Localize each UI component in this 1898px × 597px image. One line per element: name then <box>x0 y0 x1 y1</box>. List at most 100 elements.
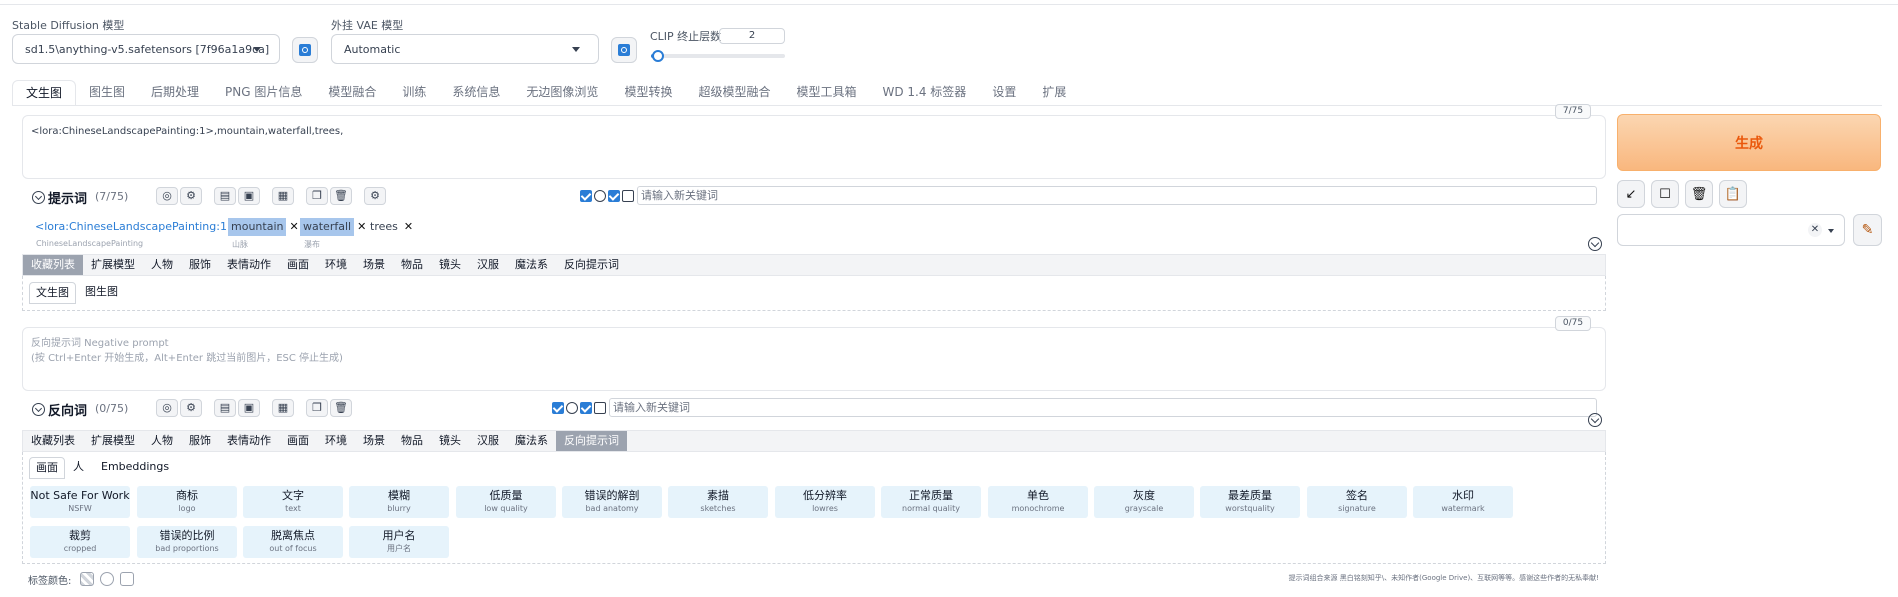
history-button[interactable]: ▤ <box>214 399 236 417</box>
neg-card[interactable]: 错误的解剖 bad anatomy <box>562 486 662 518</box>
clipboard-button[interactable]: 📋 <box>1719 180 1747 208</box>
tab-png-info[interactable]: PNG 图片信息 <box>212 80 315 106</box>
neg-card[interactable]: 错误的比例 bad proportions <box>137 526 237 558</box>
tab-super-merge[interactable]: 超级模型融合 <box>685 80 783 106</box>
settings-button[interactable]: ⚙ <box>180 399 202 417</box>
category-tab[interactable]: 服饰 <box>181 431 219 451</box>
extra-checkbox[interactable] <box>622 190 634 202</box>
neg-card[interactable]: 正常质量 normal quality <box>881 486 981 518</box>
remove-tag-icon[interactable]: ✕ <box>404 220 413 233</box>
auto-translate-checkbox[interactable] <box>552 402 564 414</box>
category-tab[interactable]: 收藏列表 <box>23 431 83 451</box>
append-checkbox[interactable] <box>608 190 620 202</box>
read-params-button[interactable]: ↙ <box>1617 180 1645 208</box>
neg-card[interactable]: 最差质量 worstquality <box>1200 486 1300 518</box>
category-tab[interactable]: 反向提示词 <box>556 431 627 451</box>
neg-card[interactable]: 素描 sketches <box>668 486 768 518</box>
neg-card[interactable]: 文字 text <box>243 486 343 518</box>
color-picker-icon[interactable] <box>80 572 94 586</box>
generate-button[interactable]: 生成 <box>1617 114 1881 171</box>
neg-card[interactable]: 单色 monochrome <box>988 486 1088 518</box>
category-tab[interactable]: 画面 <box>279 255 317 275</box>
negative-keyword-input[interactable]: 请输入新关键词 <box>609 398 1597 417</box>
category-tab[interactable]: 表情动作 <box>219 431 279 451</box>
category-tab[interactable]: 汉服 <box>469 255 507 275</box>
tab-extensions[interactable]: 扩展 <box>1029 80 1079 106</box>
extra-checkbox[interactable] <box>594 402 606 414</box>
category-tab[interactable]: 人物 <box>143 431 181 451</box>
neg-card[interactable]: 脱离焦点 out of focus <box>243 526 343 558</box>
remove-tag-icon[interactable]: ✕ <box>357 220 366 233</box>
clip-slider-thumb[interactable] <box>652 50 664 62</box>
format-button[interactable]: ▦ <box>272 399 294 417</box>
tab-model-toolkit[interactable]: 模型工具箱 <box>783 80 869 106</box>
favorite-button[interactable]: ▣ <box>238 399 260 417</box>
tab-image-browser[interactable]: 无边图像浏览 <box>513 80 611 106</box>
category-tab[interactable]: 扩展模型 <box>83 255 143 275</box>
category-tab[interactable]: 画面 <box>279 431 317 451</box>
category-tab[interactable]: 魔法系 <box>507 255 556 275</box>
category-tab[interactable]: 服饰 <box>181 255 219 275</box>
prompt-toolbar-title[interactable]: 提示词 <box>32 188 87 207</box>
format-button[interactable]: ▦ <box>272 187 294 205</box>
category-tab[interactable]: 物品 <box>393 431 431 451</box>
neg-card[interactable]: 用户名 用户名 <box>349 526 449 558</box>
collapse-icon[interactable] <box>1588 237 1602 251</box>
category-tab[interactable]: 表情动作 <box>219 255 279 275</box>
remove-tag-icon[interactable]: ✕ <box>289 220 298 233</box>
edit-style-button[interactable]: ✎ <box>1853 214 1882 246</box>
neg-card[interactable]: 签名 signature <box>1307 486 1407 518</box>
prompt-keyword-input[interactable]: 请输入新关键词 <box>637 186 1597 205</box>
tab-wd-tagger[interactable]: WD 1.4 标签器 <box>869 80 979 106</box>
tag-mountain[interactable]: mountain ✕ 山脉 <box>228 218 299 249</box>
clip-slider-track[interactable] <box>651 54 785 58</box>
style-select[interactable]: ✕ <box>1617 214 1845 246</box>
append-checkbox[interactable] <box>580 402 592 414</box>
subtab-txt2img[interactable]: 文生图 <box>29 282 76 304</box>
trash-button[interactable]: 🗑 <box>1685 180 1713 208</box>
neg-card[interactable]: 低分辨率 lowres <box>775 486 875 518</box>
neg-card[interactable]: Not Safe For Work NSFW <box>30 486 130 518</box>
category-tab[interactable]: 镜头 <box>431 255 469 275</box>
category-tab[interactable]: 汉服 <box>469 431 507 451</box>
subtab-embeddings[interactable]: Embeddings <box>95 457 175 477</box>
collapse-icon[interactable] <box>1588 413 1602 427</box>
lock-icon[interactable] <box>120 572 134 586</box>
tab-train[interactable]: 训练 <box>389 80 439 106</box>
tab-settings[interactable]: 设置 <box>979 80 1029 106</box>
subtab-person[interactable]: 人 <box>67 457 90 477</box>
category-tab[interactable]: 环境 <box>317 431 355 451</box>
settings-button[interactable]: ⚙ <box>180 187 202 205</box>
neg-card[interactable]: 模糊 blurry <box>349 486 449 518</box>
reset-color-icon[interactable] <box>100 572 114 586</box>
tab-img2img[interactable]: 图生图 <box>76 80 138 106</box>
tag-waterfall[interactable]: waterfall ✕ 瀑布 <box>300 218 366 249</box>
subtab-scene[interactable]: 画面 <box>29 457 65 479</box>
negative-toolbar-title[interactable]: 反向词 <box>32 400 87 419</box>
clear-button[interactable]: 🗑 <box>330 399 352 417</box>
clear-button[interactable]: 🗑 <box>330 187 352 205</box>
tab-extras[interactable]: 后期处理 <box>138 80 212 106</box>
category-tab[interactable]: 收藏列表 <box>23 255 83 275</box>
copy-button[interactable]: ❐ <box>306 187 328 205</box>
tab-system-info[interactable]: 系统信息 <box>439 80 513 106</box>
translate-button[interactable]: ◎ <box>156 187 178 205</box>
favorite-button[interactable]: ▣ <box>238 187 260 205</box>
tab-model-merge[interactable]: 模型融合 <box>315 80 389 106</box>
subtab-img2img[interactable]: 图生图 <box>79 282 124 302</box>
prompt-textarea[interactable]: <lora:ChineseLandscapePainting:1>,mounta… <box>22 115 1606 179</box>
model-select[interactable]: sd1.5\anything-v5.safetensors [7f96a1a9c… <box>12 34 280 64</box>
category-tab[interactable]: 镜头 <box>431 431 469 451</box>
category-tab[interactable]: 扩展模型 <box>83 431 143 451</box>
tag-lora[interactable]: <lora:ChineseLandscapePainting:1>✕ Chine… <box>32 218 251 248</box>
category-tab[interactable]: 人物 <box>143 255 181 275</box>
category-tab[interactable]: 物品 <box>393 255 431 275</box>
options-button[interactable]: ⚙ <box>364 187 386 205</box>
neg-card[interactable]: 低质量 low quality <box>456 486 556 518</box>
refresh-vae-button[interactable] <box>611 37 637 63</box>
neg-card[interactable]: 灰度 grayscale <box>1094 486 1194 518</box>
square-button[interactable]: ☐ <box>1651 180 1679 208</box>
refresh-model-button[interactable] <box>292 37 318 63</box>
history-button[interactable]: ▤ <box>214 187 236 205</box>
clip-skip-input[interactable]: 2 <box>719 28 785 44</box>
